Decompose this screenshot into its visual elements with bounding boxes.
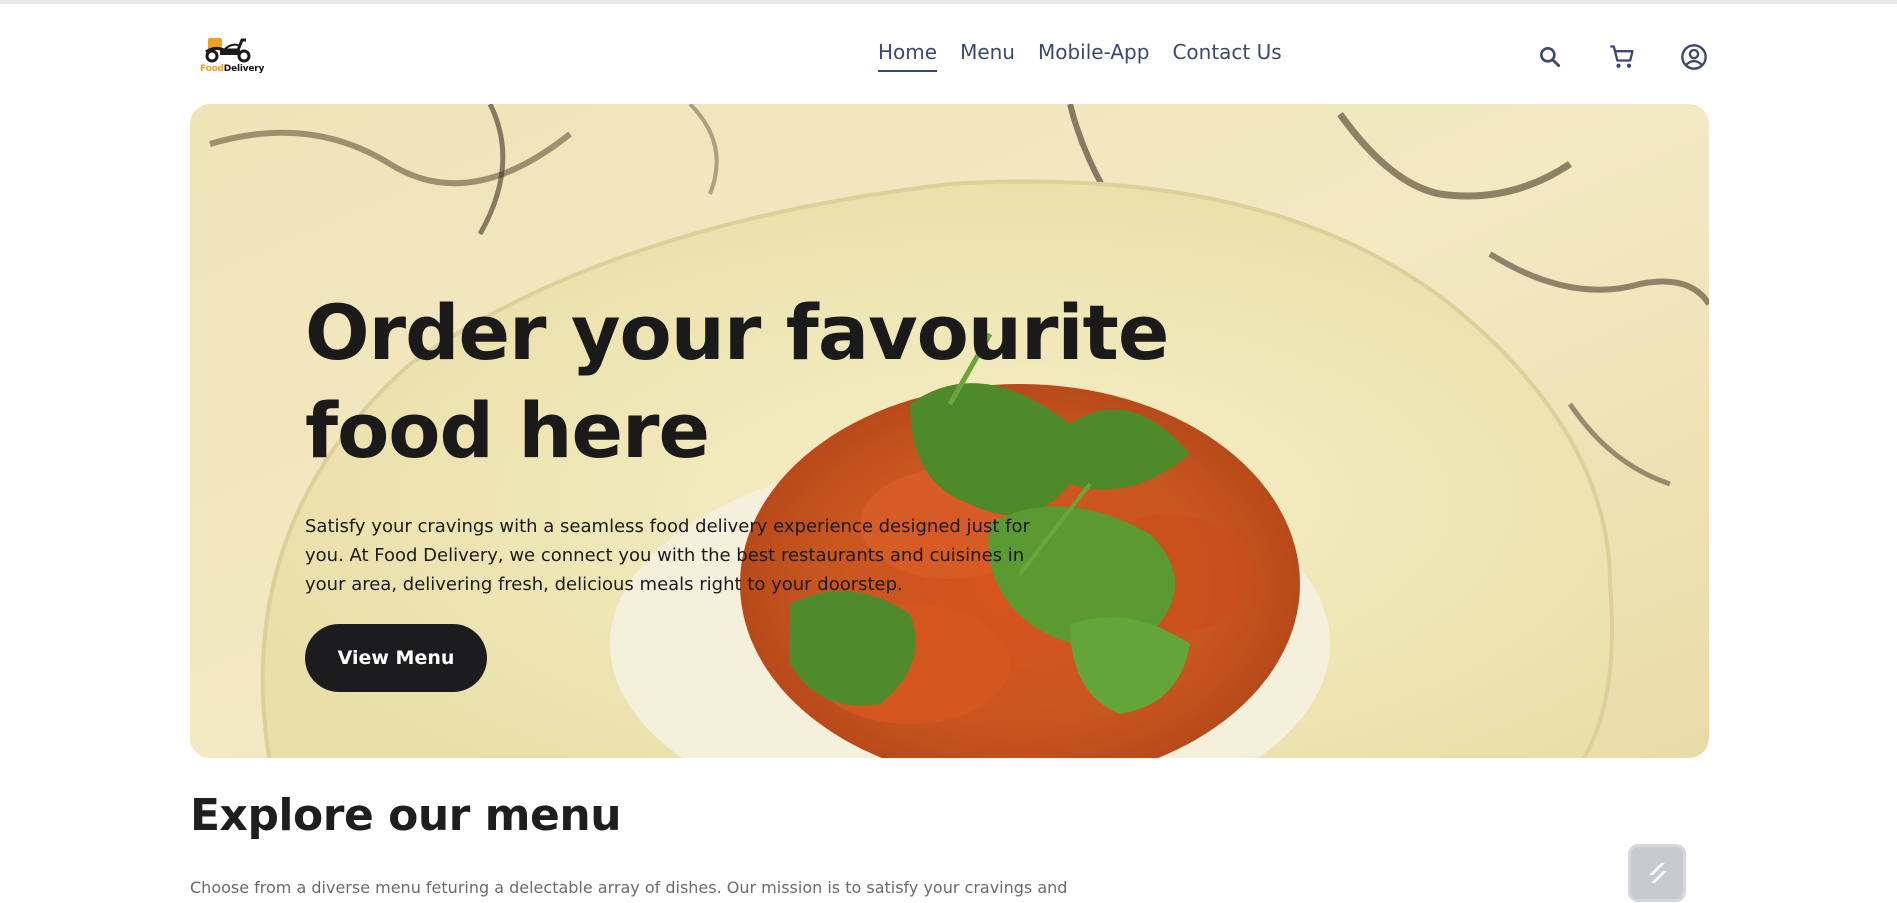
nav-link-contact-us[interactable]: Contact Us: [1172, 40, 1281, 72]
cart-icon: [1610, 45, 1634, 68]
search-button[interactable]: [1535, 42, 1565, 72]
bolt-widget-icon: [1649, 863, 1667, 883]
site-logo[interactable]: FoodDelivery: [200, 32, 265, 78]
logo-text: FoodDelivery: [200, 64, 265, 74]
scooter-logo-icon: [205, 38, 251, 63]
hero-banner: Order your favourite food here Satisfy y…: [190, 104, 1709, 758]
cart-button[interactable]: [1607, 42, 1637, 72]
user-profile-icon: [1681, 44, 1707, 70]
hero-description: Satisfy your cravings with a seamless fo…: [305, 516, 1030, 595]
nav-links: Home Menu Mobile-App Contact Us: [878, 40, 1282, 72]
search-icon: [1540, 47, 1561, 68]
explore-menu-description: Choose from a diverse menu feturing a de…: [190, 878, 1068, 897]
explore-menu-title: Explore our menu: [190, 790, 622, 841]
nav-link-mobile-app[interactable]: Mobile-App: [1038, 40, 1149, 72]
navbar: FoodDelivery Home Menu Mobile-App Contac…: [0, 4, 1897, 104]
hero-title: Order your favourite food here: [305, 288, 1169, 475]
nav-icons: [1535, 42, 1709, 72]
floating-widget-button[interactable]: [1628, 844, 1686, 902]
profile-button[interactable]: [1679, 42, 1709, 72]
nav-link-menu[interactable]: Menu: [960, 40, 1015, 72]
view-menu-button[interactable]: View Menu: [305, 624, 487, 692]
nav-link-home[interactable]: Home: [878, 40, 938, 72]
